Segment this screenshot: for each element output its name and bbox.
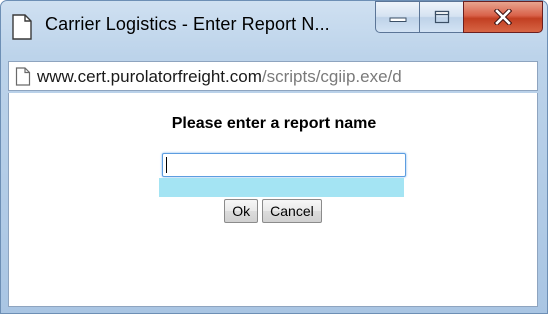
address-bar[interactable]: www.cert.purolatorfreight.com/scripts/cg… bbox=[8, 61, 538, 91]
cancel-button[interactable]: Cancel bbox=[262, 199, 322, 223]
url-text: www.cert.purolatorfreight.com/scripts/cg… bbox=[37, 67, 535, 87]
window-controls bbox=[375, 1, 543, 35]
page-content: Please enter a report name Ok Cancel bbox=[8, 93, 538, 307]
page-icon bbox=[15, 67, 31, 86]
close-button[interactable] bbox=[463, 1, 543, 33]
button-row: Ok Cancel bbox=[9, 199, 539, 223]
maximize-icon bbox=[434, 10, 449, 24]
minimize-button[interactable] bbox=[375, 1, 419, 33]
ok-button[interactable]: Ok bbox=[224, 199, 259, 223]
url-host: www.cert.purolatorfreight.com bbox=[37, 67, 262, 86]
report-name-input[interactable] bbox=[162, 153, 406, 177]
close-icon bbox=[494, 9, 512, 25]
document-icon bbox=[12, 14, 32, 40]
title-bar[interactable]: Carrier Logistics - Enter Report N... bbox=[1, 1, 547, 57]
highlight-bar bbox=[159, 178, 404, 197]
window-title: Carrier Logistics - Enter Report N... bbox=[45, 14, 330, 34]
browser-popup-window: Carrier Logistics - Enter Report N... ww… bbox=[0, 0, 548, 314]
text-cursor bbox=[166, 157, 167, 173]
minimize-icon bbox=[389, 17, 406, 22]
report-name-prompt: Please enter a report name bbox=[171, 115, 377, 132]
url-path: /scripts/cgiip.exe/d bbox=[261, 67, 402, 86]
maximize-button[interactable] bbox=[419, 1, 463, 33]
